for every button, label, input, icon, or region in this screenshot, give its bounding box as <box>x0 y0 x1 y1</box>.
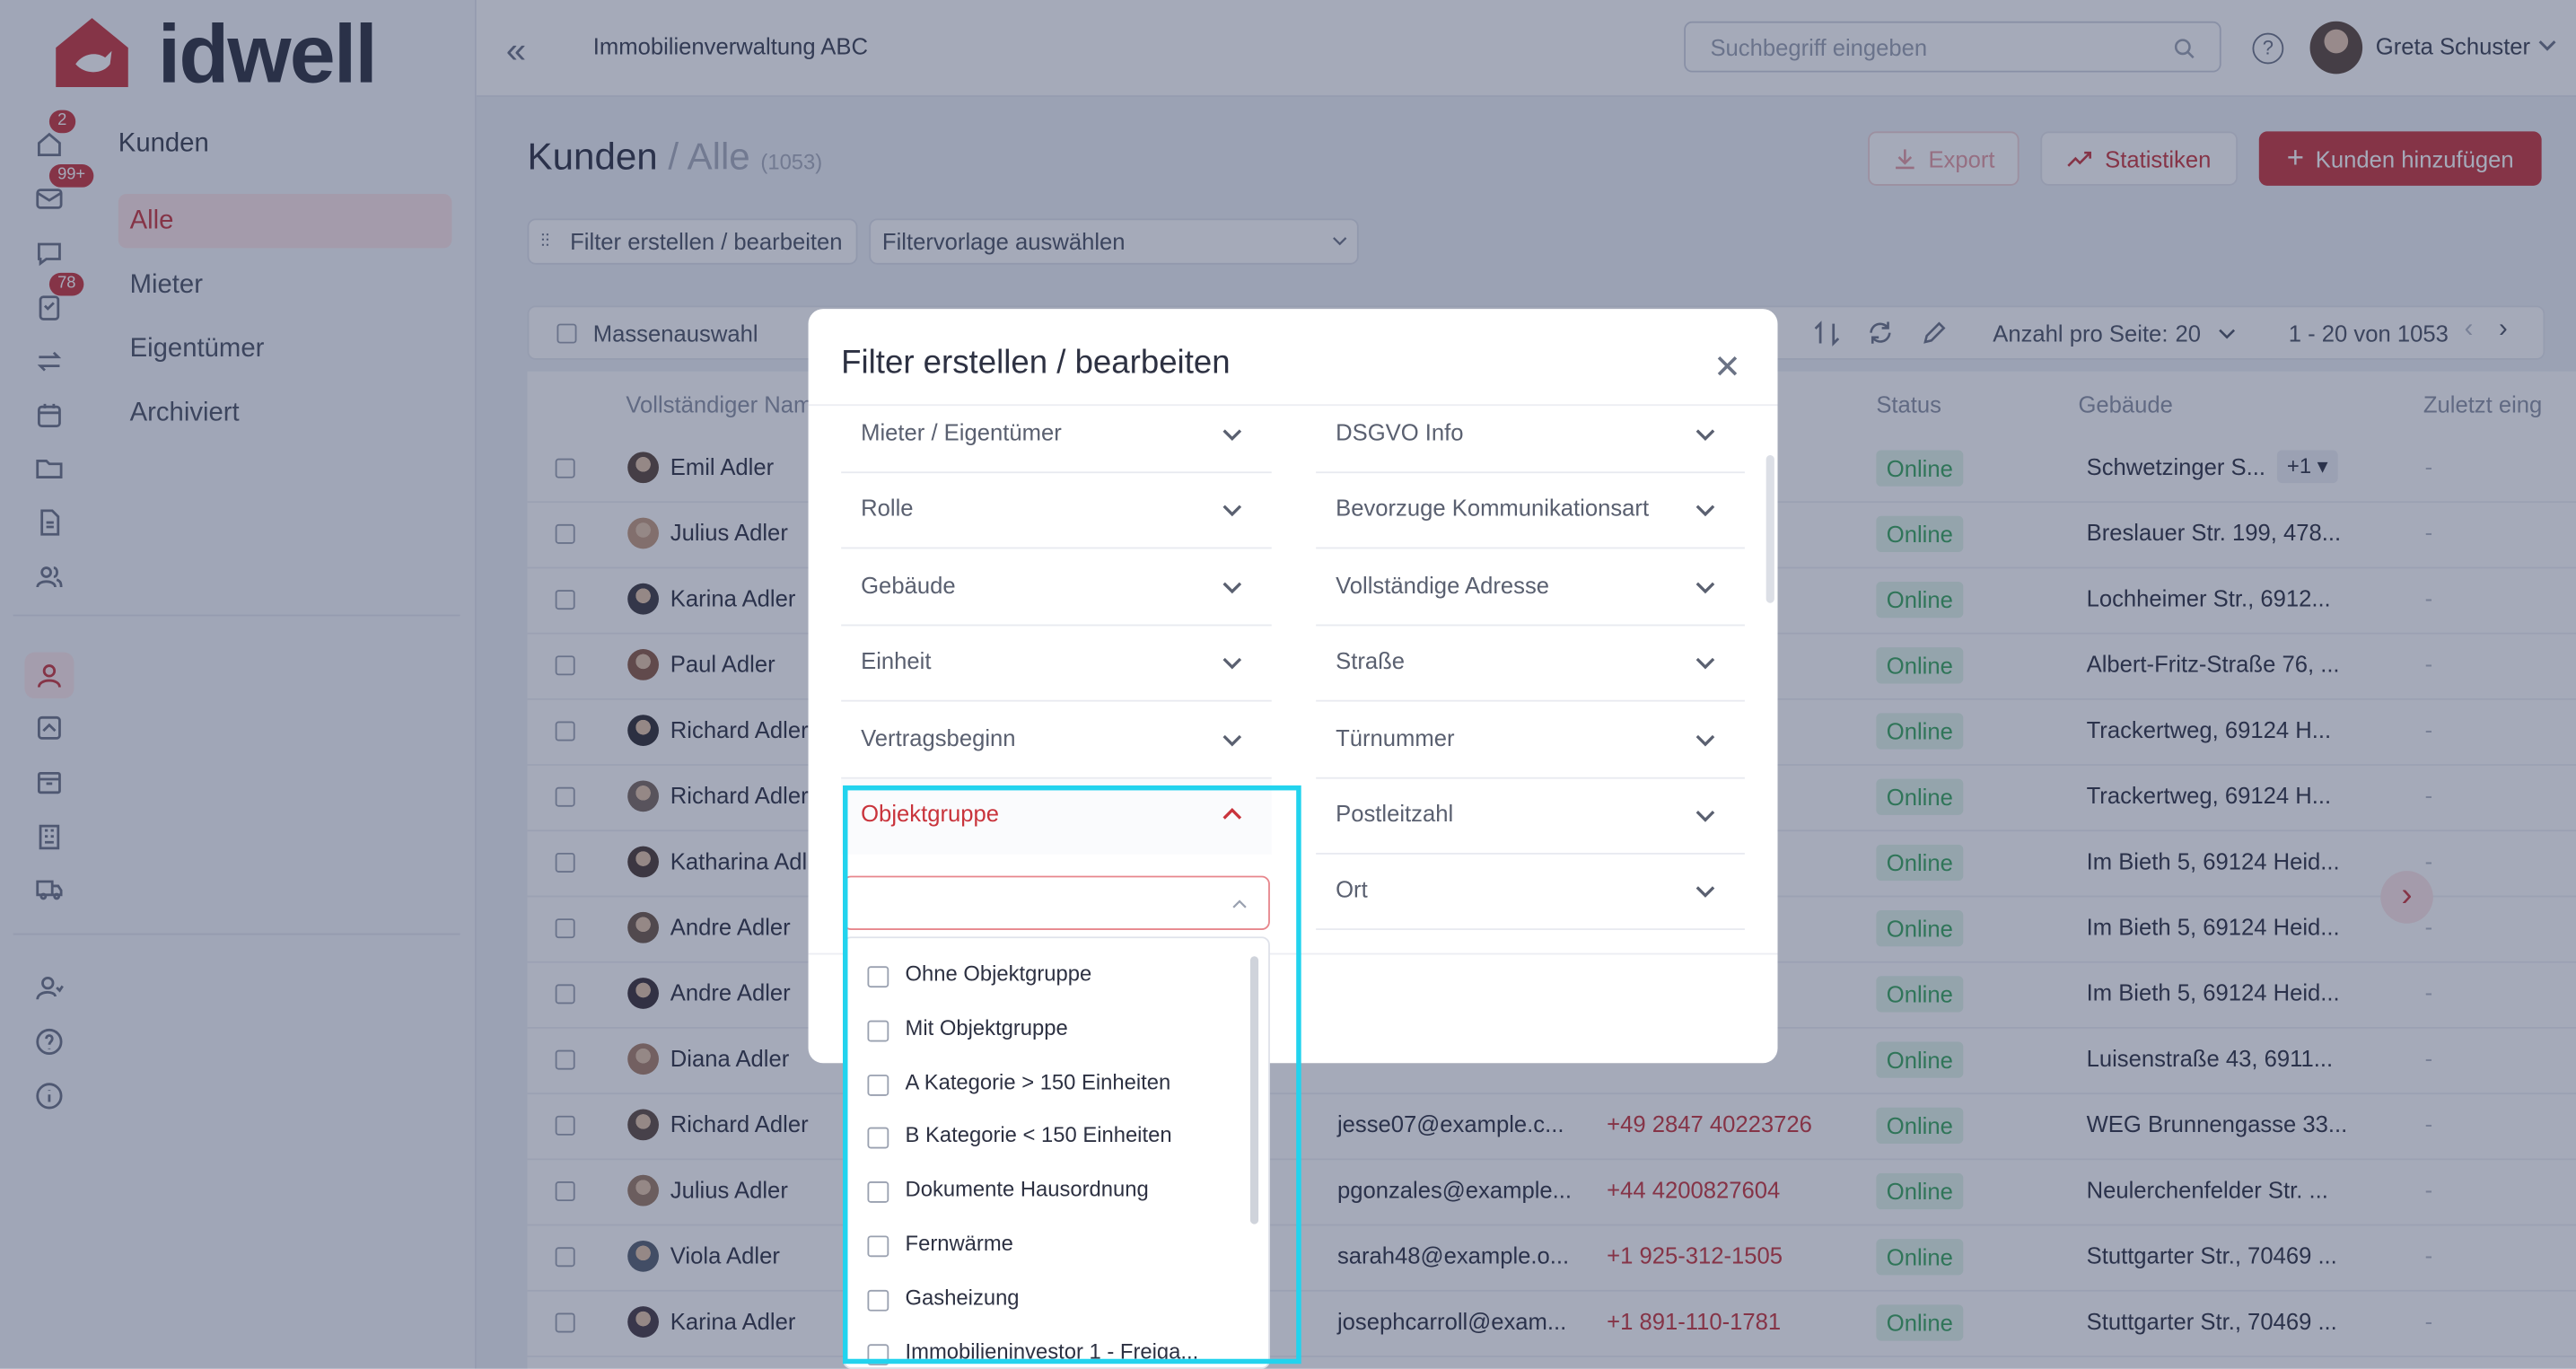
filter-field-label: Einheit <box>861 647 932 674</box>
modal-title: Filter erstellen / bearbeiten <box>841 345 1231 382</box>
filter-field-vertragsbeginn[interactable]: Vertragsbeginn <box>841 703 1272 778</box>
chevron-down-icon[interactable] <box>1222 575 1242 594</box>
filter-field-geb-ude[interactable]: Gebäude <box>841 550 1272 627</box>
highlight-box <box>842 785 1301 1365</box>
filter-field-label: Mieter / Eigentümer <box>861 418 1062 446</box>
filter-field-stra-e[interactable]: Straße <box>1316 627 1745 702</box>
chevron-down-icon[interactable] <box>1695 880 1715 900</box>
chevron-down-icon[interactable] <box>1222 422 1242 442</box>
filter-field-label: Vollständige Adresse <box>1336 571 1550 598</box>
filter-field-postleitzahl[interactable]: Postleitzahl <box>1316 779 1745 855</box>
filter-field-label: DSGVO Info <box>1336 418 1464 446</box>
chevron-down-icon[interactable] <box>1695 803 1715 823</box>
filter-field-label: Gebäude <box>861 571 956 598</box>
filter-field-label: Ort <box>1336 876 1368 903</box>
chevron-down-icon[interactable] <box>1222 727 1242 747</box>
filter-field-rolle[interactable]: Rolle <box>841 474 1272 550</box>
filter-field-label: Türnummer <box>1336 724 1455 750</box>
filter-field-t-rnummer[interactable]: Türnummer <box>1316 703 1745 778</box>
chevron-down-icon[interactable] <box>1695 727 1715 747</box>
filter-field-label: Bevorzuge Kommunikationsart <box>1336 495 1650 522</box>
filter-field-einheit[interactable]: Einheit <box>841 627 1272 702</box>
filter-field-bevorzuge-kommunikationsart[interactable]: Bevorzuge Kommunikationsart <box>1316 474 1745 550</box>
filter-field-dsgvo-info[interactable]: DSGVO Info <box>1316 398 1745 474</box>
filter-field-mieter-eigent-mer[interactable]: Mieter / Eigentümer <box>841 398 1272 474</box>
filter-field-ort[interactable]: Ort <box>1316 856 1745 931</box>
modal-scrollbar[interactable] <box>1766 455 1774 603</box>
chevron-down-icon[interactable] <box>1695 498 1715 518</box>
filter-field-label: Postleitzahl <box>1336 800 1454 827</box>
chevron-down-icon[interactable] <box>1222 651 1242 671</box>
chevron-down-icon[interactable] <box>1695 422 1715 442</box>
filter-field-vollst-ndige-adresse[interactable]: Vollständige Adresse <box>1316 550 1745 627</box>
filter-field-label: Rolle <box>861 495 914 522</box>
chevron-down-icon[interactable] <box>1222 498 1242 518</box>
filter-field-label: Straße <box>1336 647 1406 674</box>
close-icon[interactable]: ✕ <box>1713 347 1741 388</box>
chevron-down-icon[interactable] <box>1695 651 1715 671</box>
chevron-down-icon[interactable] <box>1695 575 1715 594</box>
filter-field-label: Vertragsbeginn <box>861 724 1016 750</box>
